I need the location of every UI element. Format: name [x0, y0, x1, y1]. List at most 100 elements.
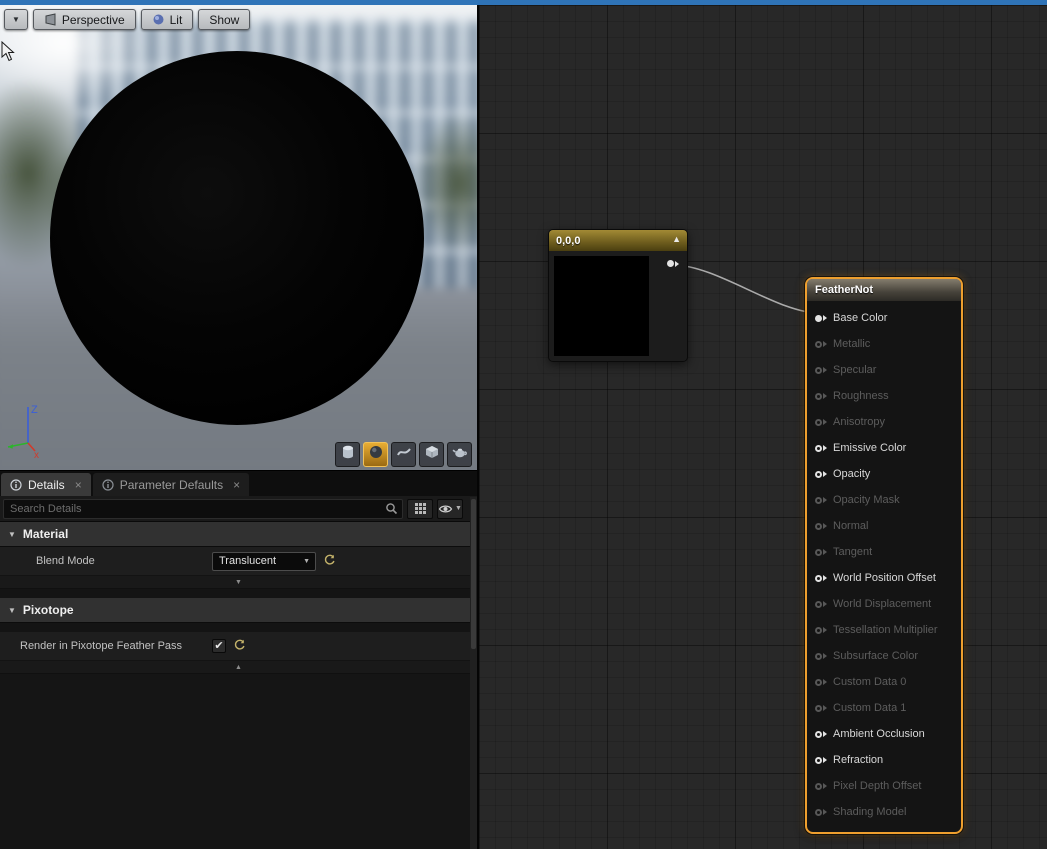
pin-custom-data-0[interactable]: Custom Data 0	[815, 669, 961, 695]
pin-world-displacement[interactable]: World Displacement	[815, 591, 961, 617]
perspective-button[interactable]: Perspective	[33, 9, 136, 30]
pin-icon[interactable]	[815, 393, 827, 400]
pin-icon[interactable]	[815, 549, 827, 556]
feather-pass-checkbox[interactable]: ✔	[212, 639, 226, 653]
pin-label: Custom Data 0	[833, 676, 906, 688]
pin-shading-model[interactable]: Shading Model	[815, 799, 961, 825]
pin-icon[interactable]	[815, 809, 827, 816]
parameter-defaults-tab-icon	[102, 479, 114, 491]
preview-shape-button-teapot[interactable]	[447, 442, 472, 467]
pin-icon[interactable]	[815, 471, 827, 478]
property-matrix-button[interactable]	[407, 499, 433, 519]
view-options-button[interactable]: ▼	[437, 499, 463, 519]
search-details-input[interactable]	[4, 500, 385, 518]
pin-world-position-offset[interactable]: World Position Offset	[815, 565, 961, 591]
material-result-node[interactable]: FeatherNot Base Color MetallicSpecularRou…	[805, 277, 963, 834]
search-details-box[interactable]	[3, 499, 403, 519]
preview-viewport[interactable]: ▼ Perspective Lit	[0, 5, 477, 470]
pin-icon[interactable]	[815, 497, 827, 504]
pin-tangent[interactable]: Tangent	[815, 539, 961, 565]
tab-details[interactable]: Details ×	[1, 473, 91, 496]
pin-icon[interactable]	[815, 419, 827, 426]
pin-opacity-mask[interactable]: Opacity Mask	[815, 487, 961, 513]
constant-node-body	[549, 251, 687, 361]
pin-metallic[interactable]: Metallic	[815, 331, 961, 357]
pin-refraction[interactable]: Refraction	[815, 747, 961, 773]
collapse-node-icon[interactable]: ▲	[672, 234, 681, 244]
constant-node-title: 0,0,0	[549, 235, 580, 247]
advanced-expander[interactable]: ▼	[0, 576, 477, 589]
preview-shape-button-cube[interactable]	[419, 442, 444, 467]
reset-to-default-button[interactable]	[233, 639, 247, 653]
tab-close-icon[interactable]: ×	[233, 478, 240, 492]
viewport-options-button[interactable]: ▼	[4, 9, 28, 30]
pin-roughness[interactable]: Roughness	[815, 383, 961, 409]
pin-icon[interactable]	[815, 731, 827, 738]
pin-label: Ambient Occlusion	[833, 728, 925, 740]
reset-arrow-icon	[233, 639, 246, 652]
main-layout: ▼ Perspective Lit	[0, 5, 1047, 849]
pin-ambient-occlusion[interactable]: Ambient Occlusion	[815, 721, 961, 747]
pin-label: Shading Model	[833, 806, 906, 818]
pin-pixel-depth-offset[interactable]: Pixel Depth Offset	[815, 773, 961, 799]
section-title: Pixotope	[23, 603, 74, 617]
preview-shape-button-cylinder[interactable]	[335, 442, 360, 467]
section-title: Material	[23, 527, 68, 541]
scrollbar-thumb[interactable]	[471, 499, 476, 649]
preview-shape-buttons	[335, 442, 472, 467]
pin-anisotropy[interactable]: Anisotropy	[815, 409, 961, 435]
pin-specular[interactable]: Specular	[815, 357, 961, 383]
axis-z-label: Z	[31, 404, 38, 416]
constant-vector-node[interactable]: 0,0,0 ▲	[548, 229, 688, 362]
pin-emissive-color[interactable]: Emissive Color	[815, 435, 961, 461]
pin-opacity[interactable]: Opacity	[815, 461, 961, 487]
pin-icon[interactable]	[815, 575, 827, 582]
details-search-row: ▼	[0, 496, 477, 522]
section-header-pixotope[interactable]: ▼ Pixotope	[0, 598, 477, 623]
lit-mode-icon	[152, 13, 165, 26]
pin-tessellation-multiplier[interactable]: Tessellation Multiplier	[815, 617, 961, 643]
pin-icon[interactable]	[815, 601, 827, 608]
collapse-expander[interactable]: ▲	[0, 661, 477, 674]
blend-mode-dropdown[interactable]: Translucent ▼	[212, 552, 316, 571]
axis-x-label: x	[34, 450, 39, 459]
constant-node-header[interactable]: 0,0,0 ▲	[549, 230, 687, 251]
pin-icon[interactable]	[815, 705, 827, 712]
pin-icon[interactable]	[815, 653, 827, 660]
material-editor-window: ▼ Perspective Lit	[0, 0, 1047, 849]
pin-icon[interactable]	[815, 757, 827, 764]
show-button-label: Show	[209, 13, 239, 27]
pin-icon[interactable]	[815, 523, 827, 530]
pin-label: Base Color	[833, 312, 887, 324]
reset-to-default-button[interactable]	[323, 554, 337, 568]
details-scrollbar[interactable]	[470, 497, 477, 849]
pin-icon[interactable]	[815, 627, 827, 634]
show-button[interactable]: Show	[198, 9, 250, 30]
pin-icon[interactable]	[815, 445, 827, 452]
search-icon	[385, 502, 398, 515]
section-expanded-icon: ▼	[8, 530, 16, 539]
pin-label: Anisotropy	[833, 416, 885, 428]
material-node-header[interactable]: FeatherNot	[807, 279, 961, 301]
output-pin[interactable]	[667, 260, 679, 267]
pin-subsurface-color[interactable]: Subsurface Color	[815, 643, 961, 669]
material-graph-canvas[interactable]: 0,0,0 ▲ FeatherNot Base Color MetallicSpe…	[479, 5, 1047, 849]
tab-label: Parameter Defaults	[120, 478, 223, 492]
tab-parameter-defaults[interactable]: Parameter Defaults ×	[93, 473, 249, 496]
preview-shape-button-plane[interactable]	[391, 442, 416, 467]
tab-close-icon[interactable]: ×	[75, 478, 82, 492]
pin-normal[interactable]: Normal	[815, 513, 961, 539]
pin-custom-data-1[interactable]: Custom Data 1	[815, 695, 961, 721]
pin-icon[interactable]	[815, 679, 827, 686]
pin-icon[interactable]	[815, 367, 827, 374]
preview-shape-button-sphere[interactable]	[363, 442, 388, 467]
lit-button[interactable]: Lit	[141, 9, 194, 30]
pin-icon[interactable]	[815, 783, 827, 790]
pin-icon[interactable]	[815, 341, 827, 348]
section-header-material[interactable]: ▼ Material	[0, 522, 477, 547]
chevron-down-icon: ▼	[455, 505, 462, 512]
pin-base-color[interactable]: Base Color	[815, 305, 961, 331]
sphere-icon	[368, 444, 384, 465]
pin-icon[interactable]	[815, 315, 827, 322]
perspective-icon	[44, 13, 57, 26]
